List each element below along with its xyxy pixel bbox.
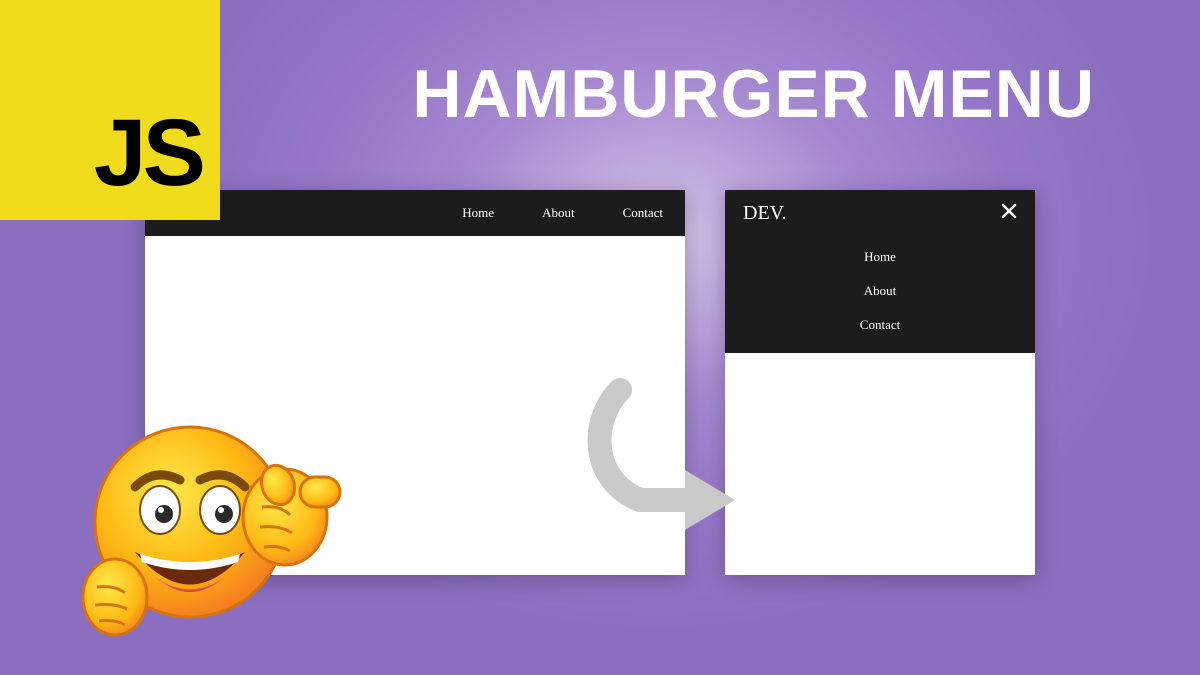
desktop-nav-links: Home About Contact bbox=[462, 205, 663, 221]
pointing-emoji-icon bbox=[80, 392, 345, 657]
mobile-navbar: DEV. Home About Contact bbox=[725, 190, 1035, 353]
nav-link-home[interactable]: Home bbox=[462, 205, 494, 221]
arrow-icon bbox=[560, 370, 760, 540]
close-icon[interactable] bbox=[1001, 202, 1017, 225]
page-title: HAMBURGER MENU bbox=[412, 55, 1095, 133]
mobile-link-contact[interactable]: Contact bbox=[860, 317, 900, 333]
desktop-navbar: V. Home About Contact bbox=[145, 190, 685, 236]
js-logo-text: JS bbox=[94, 99, 202, 208]
mobile-nav-header: DEV. bbox=[725, 190, 1035, 237]
js-logo-badge: JS bbox=[0, 0, 220, 220]
mobile-link-about[interactable]: About bbox=[864, 283, 897, 299]
mobile-preview: DEV. Home About Contact bbox=[725, 190, 1035, 575]
mobile-link-home[interactable]: Home bbox=[864, 249, 896, 265]
nav-link-contact[interactable]: Contact bbox=[623, 205, 663, 221]
mobile-nav-links: Home About Contact bbox=[725, 237, 1035, 353]
mobile-brand: DEV. bbox=[743, 202, 787, 225]
nav-link-about[interactable]: About bbox=[542, 205, 575, 221]
